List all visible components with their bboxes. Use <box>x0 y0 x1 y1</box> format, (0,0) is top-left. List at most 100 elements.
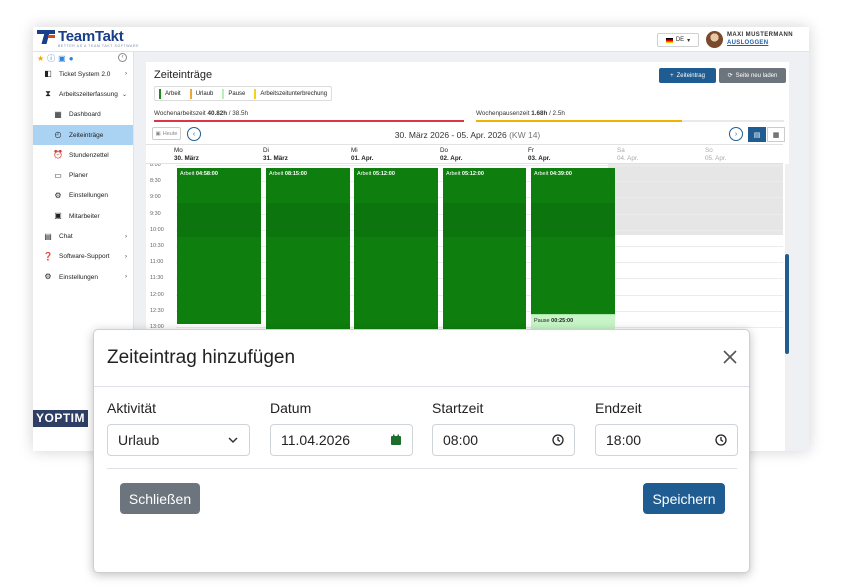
entry-shade <box>266 203 350 237</box>
sidebar-item-chat[interactable]: ▤ Chat › <box>33 226 133 246</box>
modal-footer-divider <box>107 468 737 469</box>
work-entry[interactable]: Arbeit 04:58:00 <box>177 168 261 324</box>
time-label: 12:30 <box>150 307 164 314</box>
weekly-break-bar-fill <box>476 120 683 122</box>
entry-duration: 04:39:00 <box>549 171 572 177</box>
caret-down-icon: ▾ <box>687 37 691 44</box>
sidebar-item-einstellungen[interactable]: ⚙ Einstellungen › <box>33 267 133 287</box>
day-name: So <box>705 147 713 154</box>
entry-duration: 08:15:00 <box>284 171 307 177</box>
sidebar-item-software-support[interactable]: ❓ Software-Support › <box>33 247 133 267</box>
sidebar-item-dashboard[interactable]: ▦ Dashboard <box>33 105 133 125</box>
plus-icon: + <box>670 72 674 79</box>
legend-swatch <box>159 88 161 99</box>
clock-icon[interactable] <box>715 434 727 446</box>
weekly-work-bar-fill <box>154 120 464 122</box>
time-label: 9:00 <box>150 194 161 201</box>
time-gridline <box>176 165 783 166</box>
help-circle-icon[interactable]: ⓘ <box>47 53 55 64</box>
start-time-input[interactable]: 08:00 <box>432 424 575 456</box>
sidebar-item-label: Software-Support <box>59 253 110 261</box>
end-time-input[interactable]: 18:00 <box>595 424 738 456</box>
add-time-entry-label: Zeiteintrag <box>676 72 705 79</box>
start-time-label: Startzeit <box>432 400 484 416</box>
yoptima-logo: YOPTIM <box>33 410 89 427</box>
question-icon: ❓ <box>43 251 53 261</box>
list-view-button[interactable]: ▦ <box>767 127 785 142</box>
week-range: 30. März 2026 - 05. Apr. 2026 (KW 14) <box>146 130 789 140</box>
calendar-icon[interactable] <box>390 434 402 446</box>
dashboard-icon: ▦ <box>54 109 62 119</box>
weekly-work-label: Wochenarbeitszeit <box>154 110 206 117</box>
entry-shade <box>443 203 526 237</box>
week-range-label: 30. März 2026 - 05. Apr. 2026 <box>394 130 507 140</box>
today-button[interactable]: ▣ Heute <box>152 127 181 140</box>
reload-page-button[interactable]: ⟳ Seite neu laden <box>719 68 786 83</box>
quick-actions: ★ ⓘ ▣ ● ‹ <box>33 52 133 64</box>
sidebar-item-mitarbeiter[interactable]: ▣ Mitarbeiter <box>33 206 133 226</box>
work-entry[interactable]: Arbeit 04:39:00 <box>531 168 615 314</box>
gear-icon: ⚙ <box>54 190 62 200</box>
week-view-button[interactable]: ▤ <box>748 127 766 142</box>
activity-select[interactable]: Urlaub <box>107 424 250 456</box>
legend-label: Urlaub <box>195 90 214 97</box>
sidebar-item-einstellungen-sub[interactable]: ⚙ Einstellungen <box>33 186 133 206</box>
chat-bubbles-icon[interactable]: ▣ <box>58 54 66 63</box>
weekly-work-time: Wochenarbeitszeit 40.82h / 38.5h <box>154 110 248 117</box>
day-date: 04. Apr. <box>617 155 639 162</box>
favorites-star-icon[interactable]: ★ <box>37 54 44 63</box>
sidebar-item-label: Stundenzettel <box>69 151 109 159</box>
sidebar-item-ticket-system[interactable]: ◧ Ticket System 2.0 › <box>33 64 133 84</box>
entry-type: Arbeit <box>269 171 284 177</box>
calendar-icon: ▭ <box>54 170 62 180</box>
scrollbar-thumb[interactable] <box>785 254 789 354</box>
entry-type: Pause <box>534 318 550 324</box>
previous-week-button[interactable]: ‹ <box>187 127 201 141</box>
entry-duration: 00:25:00 <box>551 318 574 324</box>
hourglass-icon: ⧗ <box>45 89 51 99</box>
language-dropdown[interactable]: DE ▾ <box>657 33 699 47</box>
sidebar-item-label: Zeiteinträge <box>69 131 104 139</box>
date-input[interactable]: 11.04.2026 <box>270 424 413 456</box>
chevron-right-icon: › <box>125 71 127 78</box>
person-icon: ▣ <box>54 211 62 221</box>
user-name: MAXI MUSTERMANN <box>727 32 793 38</box>
chevron-left-icon: ‹ <box>192 130 196 138</box>
sidebar-item-arbeitszeiterfassung[interactable]: ⧗ Arbeitszeiterfassung ⌄ <box>33 84 133 104</box>
close-icon[interactable] <box>721 348 739 366</box>
logout-link[interactable]: AUSLOGGEN <box>727 40 768 46</box>
time-label: 8:00 <box>150 164 161 168</box>
day-header: Mi 01. Apr. <box>351 147 374 163</box>
calendar-week-icon: ▤ <box>753 131 761 139</box>
teamtakt-logo[interactable]: TeamTakt BETTER AS A TEAM TAKT SOFTWARE <box>37 28 139 48</box>
modal-title: Zeiteintrag hinzufügen <box>107 347 296 368</box>
chevron-right-icon: › <box>125 233 127 240</box>
day-date: 05. Apr. <box>705 155 727 162</box>
activity-value: Urlaub <box>118 432 160 448</box>
add-time-entry-modal: Zeiteintrag hinzufügen Aktivität Datum S… <box>93 329 750 573</box>
collapse-sidebar-icon[interactable]: ‹ <box>118 53 127 62</box>
next-week-button[interactable]: › <box>729 127 743 141</box>
time-label: 8:30 <box>150 178 161 185</box>
sidebar-item-stundenzettel[interactable]: ⏰ Stundenzettel <box>33 145 133 165</box>
sidebar-item-label: Planer <box>69 172 88 180</box>
weekly-break-time: Wochenpausenzeit 1.68h / 2.5h <box>476 110 565 117</box>
day-header: So 05. Apr. <box>705 147 726 163</box>
brand-name: TeamTakt <box>58 28 124 45</box>
weekly-work-target: / 38.5h <box>228 110 249 117</box>
close-button[interactable]: Schließen <box>120 483 200 514</box>
sidebar-item-planer[interactable]: ▭ Planer <box>33 165 133 185</box>
day-header: Sa 04. Apr. <box>617 147 638 163</box>
add-time-entry-button[interactable]: + Zeiteintrag <box>659 68 716 83</box>
entry-type: Arbeit <box>180 171 195 177</box>
calendar-scrollbar[interactable] <box>785 164 789 451</box>
avatar[interactable] <box>706 31 723 48</box>
save-button[interactable]: Speichern <box>643 483 725 514</box>
table-view-icon: ▦ <box>772 131 780 139</box>
entry-type: Arbeit <box>446 171 461 177</box>
chevron-right-icon: › <box>734 130 738 138</box>
user-icon[interactable]: ● <box>69 54 74 63</box>
clock-icon[interactable] <box>552 434 564 446</box>
legend-swatch <box>254 88 257 99</box>
sidebar-item-zeiteintraege[interactable]: ◴ Zeiteinträge <box>33 124 133 146</box>
